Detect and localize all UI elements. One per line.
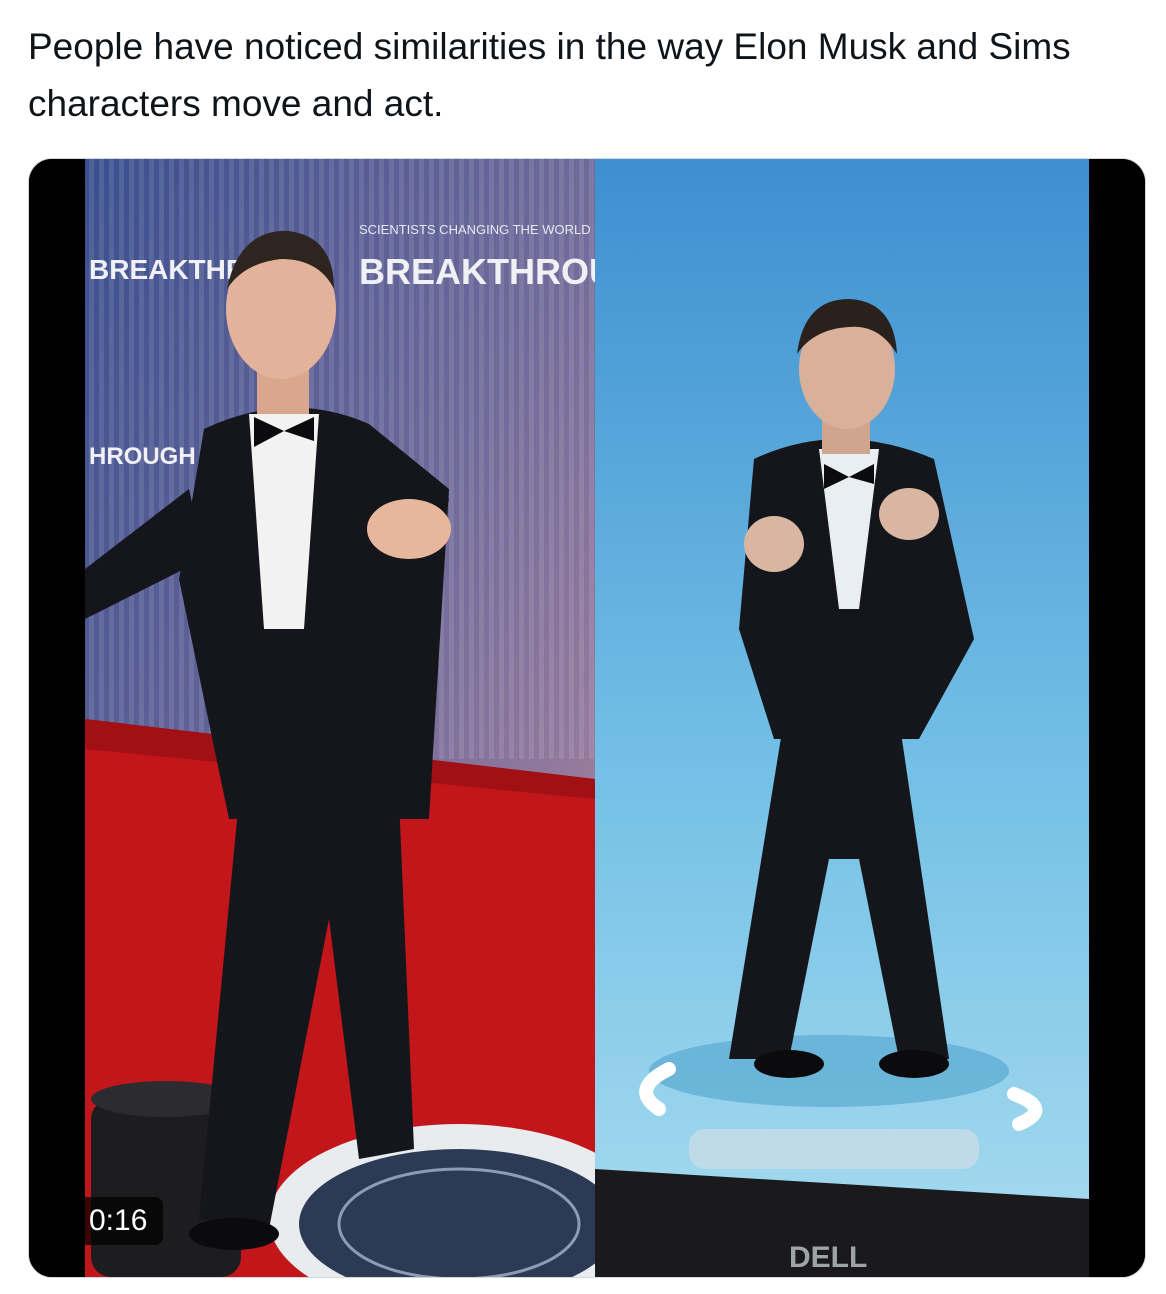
svg-text:HROUGH: HROUGH — [89, 443, 196, 470]
sims-scene: DELL — [595, 159, 1089, 1277]
tweet-text: People have noticed similarities in the … — [28, 26, 1071, 124]
backdrop-tagline: SCIENTISTS CHANGING THE WORLD — [359, 222, 591, 237]
monitor-brand: DELL — [789, 1241, 867, 1274]
video-player[interactable]: BREAKTHROUGH PRIZE BREAKTHROU SCIENTISTS… — [28, 158, 1146, 1278]
video-duration-badge: 0:16 — [73, 1197, 164, 1245]
video-thumbnail: BREAKTHROUGH PRIZE BREAKTHROU SCIENTISTS… — [29, 159, 1145, 1277]
